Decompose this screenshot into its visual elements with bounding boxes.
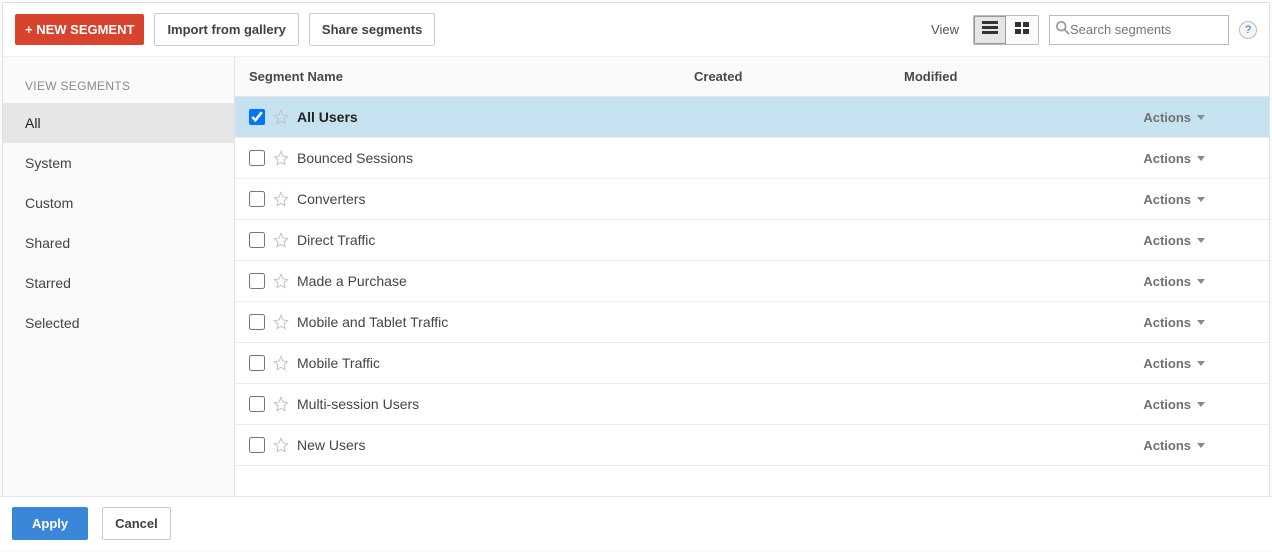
column-created[interactable]: Created xyxy=(680,57,890,96)
table-row[interactable]: Bounced Sessions Actions xyxy=(235,138,1269,179)
star-icon[interactable] xyxy=(273,232,289,248)
sidebar-item-system[interactable]: System xyxy=(3,143,234,183)
cancel-button[interactable]: Cancel xyxy=(102,507,171,540)
table-row[interactable]: Direct Traffic Actions xyxy=(235,220,1269,261)
sidebar-item-all[interactable]: All xyxy=(3,103,234,143)
help-button[interactable]: ? xyxy=(1239,21,1257,39)
table-row[interactable]: Mobile Traffic Actions xyxy=(235,343,1269,384)
toolbar: + NEW SEGMENT Import from gallery Share … xyxy=(3,3,1269,57)
star-icon[interactable] xyxy=(273,273,289,289)
star-icon[interactable] xyxy=(273,191,289,207)
column-segment-name[interactable]: Segment Name xyxy=(235,57,680,96)
list-icon xyxy=(982,21,998,38)
table-row[interactable]: Mobile and Tablet Traffic Actions xyxy=(235,302,1269,343)
table-row[interactable]: Converters Actions xyxy=(235,179,1269,220)
chevron-down-icon xyxy=(1197,279,1205,284)
star-icon[interactable] xyxy=(273,396,289,412)
segment-name: Bounced Sessions xyxy=(297,150,413,166)
actions-dropdown[interactable]: Actions xyxy=(1143,438,1255,453)
actions-dropdown[interactable]: Actions xyxy=(1143,151,1255,166)
actions-label: Actions xyxy=(1143,233,1191,248)
actions-label: Actions xyxy=(1143,438,1191,453)
search-input[interactable] xyxy=(1070,22,1246,37)
segment-name: Mobile and Tablet Traffic xyxy=(297,314,448,330)
chevron-down-icon xyxy=(1197,197,1205,202)
chevron-down-icon xyxy=(1197,361,1205,366)
actions-label: Actions xyxy=(1143,397,1191,412)
row-checkbox[interactable] xyxy=(249,191,265,207)
star-icon[interactable] xyxy=(273,150,289,166)
actions-dropdown[interactable]: Actions xyxy=(1143,233,1255,248)
row-checkbox[interactable] xyxy=(249,232,265,248)
row-checkbox[interactable] xyxy=(249,437,265,453)
table-row[interactable]: Multi-session Users Actions xyxy=(235,384,1269,425)
sidebar-header: VIEW SEGMENTS xyxy=(3,57,234,103)
actions-dropdown[interactable]: Actions xyxy=(1143,110,1255,125)
view-list-button[interactable] xyxy=(974,16,1006,44)
view-toggle xyxy=(973,15,1039,45)
row-checkbox[interactable] xyxy=(249,109,265,125)
segment-name: Mobile Traffic xyxy=(297,355,380,371)
chevron-down-icon xyxy=(1197,238,1205,243)
segment-name: Direct Traffic xyxy=(297,232,375,248)
chevron-down-icon xyxy=(1197,156,1205,161)
sidebar-item-starred[interactable]: Starred xyxy=(3,263,234,303)
star-icon[interactable] xyxy=(273,437,289,453)
view-grid-button[interactable] xyxy=(1006,16,1038,44)
segment-name: Multi-session Users xyxy=(297,396,419,412)
main: Segment Name Created Modified All UsersA… xyxy=(235,57,1269,501)
actions-label: Actions xyxy=(1143,356,1191,371)
chevron-down-icon xyxy=(1197,443,1205,448)
sidebar-item-selected[interactable]: Selected xyxy=(3,303,234,343)
star-icon[interactable] xyxy=(273,109,289,125)
share-segments-button[interactable]: Share segments xyxy=(309,13,435,46)
actions-dropdown[interactable]: Actions xyxy=(1143,192,1255,207)
segment-name: Made a Purchase xyxy=(297,273,407,289)
sidebar-item-custom[interactable]: Custom xyxy=(3,183,234,223)
star-icon[interactable] xyxy=(273,314,289,330)
search-icon xyxy=(1056,21,1070,38)
apply-button[interactable]: Apply xyxy=(12,507,88,540)
view-label: View xyxy=(931,22,959,37)
actions-dropdown[interactable]: Actions xyxy=(1143,397,1255,412)
segment-name: All Users xyxy=(297,109,358,125)
actions-dropdown[interactable]: Actions xyxy=(1143,356,1255,371)
actions-dropdown[interactable]: Actions xyxy=(1143,315,1255,330)
grid-icon xyxy=(1015,22,1029,37)
row-checkbox[interactable] xyxy=(249,273,265,289)
sidebar: VIEW SEGMENTS AllSystemCustomSharedStarr… xyxy=(3,57,235,501)
segment-name: Converters xyxy=(297,191,365,207)
row-checkbox[interactable] xyxy=(249,355,265,371)
table-row[interactable]: New Users Actions xyxy=(235,425,1269,466)
row-checkbox[interactable] xyxy=(249,314,265,330)
star-icon[interactable] xyxy=(273,355,289,371)
table-header: Segment Name Created Modified xyxy=(235,57,1269,97)
actions-label: Actions xyxy=(1143,274,1191,289)
table-row[interactable]: Made a Purchase Actions xyxy=(235,261,1269,302)
actions-dropdown[interactable]: Actions xyxy=(1143,274,1255,289)
table-row[interactable]: All Users Actions xyxy=(235,97,1269,138)
chevron-down-icon xyxy=(1197,115,1205,120)
actions-label: Actions xyxy=(1143,151,1191,166)
footer: Apply Cancel xyxy=(0,496,1272,550)
chevron-down-icon xyxy=(1197,402,1205,407)
segment-name: New Users xyxy=(297,437,365,453)
sidebar-item-shared[interactable]: Shared xyxy=(3,223,234,263)
search-box[interactable] xyxy=(1049,15,1229,45)
new-segment-button[interactable]: + NEW SEGMENT xyxy=(15,14,144,45)
actions-label: Actions xyxy=(1143,192,1191,207)
row-checkbox[interactable] xyxy=(249,396,265,412)
actions-label: Actions xyxy=(1143,110,1191,125)
column-modified[interactable]: Modified xyxy=(890,57,1100,96)
row-checkbox[interactable] xyxy=(249,150,265,166)
chevron-down-icon xyxy=(1197,320,1205,325)
import-from-gallery-button[interactable]: Import from gallery xyxy=(154,13,298,46)
actions-label: Actions xyxy=(1143,315,1191,330)
